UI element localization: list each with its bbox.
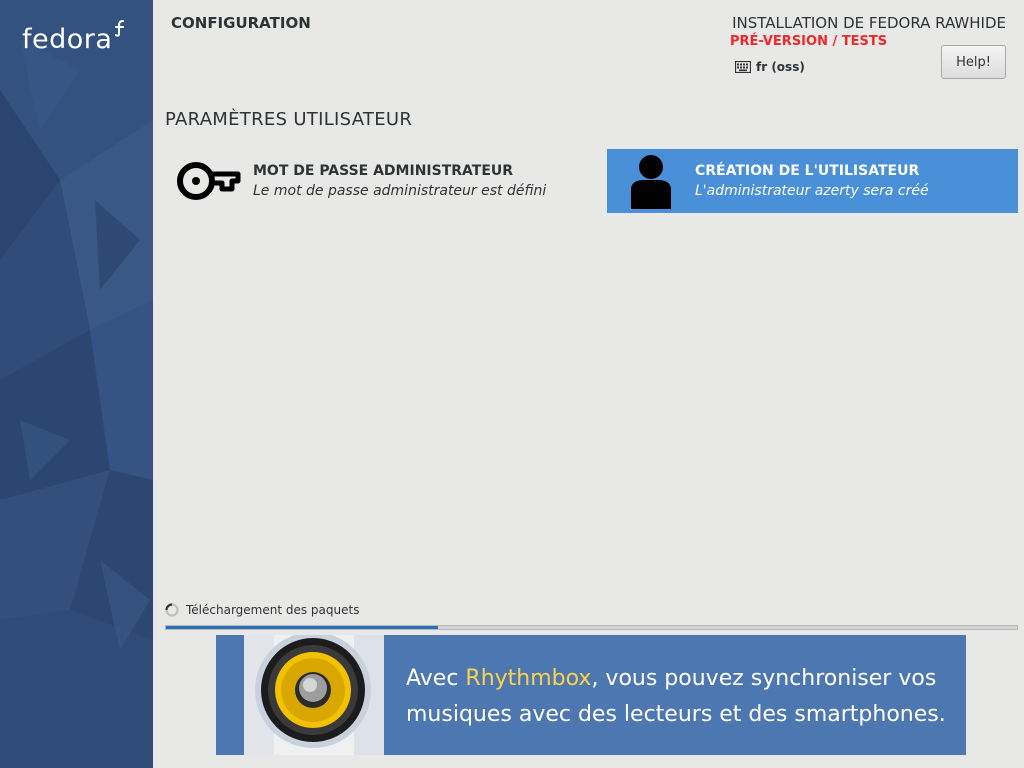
spoke-root-password-name: MOT DE PASSE ADMINISTRATEUR [253,163,514,179]
help-button[interactable]: Help! [941,45,1006,79]
speaker-icon [244,635,384,755]
key-icon [177,162,241,200]
spoke-root-password-status: Le mot de passe administrateur est défin… [253,183,547,199]
progress-label: Téléchargement des paquets [186,603,360,617]
keyboard-layout-indicator[interactable]: fr (oss) [735,60,805,74]
fedora-logo: fedora [22,24,113,55]
section-title: PARAMÈTRES UTILISATEUR [165,109,413,130]
banner-text-before: Avec [406,666,466,691]
keyboard-icon [735,61,751,73]
banner-highlight-app: Rhythmbox [465,666,592,691]
rhythmbox-banner: Avec Rhythmbox, vous pouvez synchroniser… [216,635,966,755]
spinner-icon [165,603,179,617]
spoke-user-creation[interactable]: CRÉATION DE L'UTILISATEUR L'administrate… [607,149,1018,213]
product-title: INSTALLATION DE FEDORA RAWHIDE [732,14,1006,32]
prerelease-warning: PRÉ-VERSION / TESTS [730,34,888,49]
banner-text: Avec Rhythmbox, vous pouvez synchroniser… [406,661,956,733]
spoke-user-creation-status: L'administrateur azerty sera créé [695,183,929,199]
sidebar-background [0,0,153,768]
progress-bar [165,625,1018,630]
progress-bar-fill [166,626,439,629]
user-icon [631,155,671,209]
sidebar: fedora [0,0,153,768]
fedora-infinity-icon [115,20,124,37]
spoke-title: CONFIGURATION [171,14,311,32]
main-area: CONFIGURATION INSTALLATION DE FEDORA RAW… [153,0,1024,768]
spoke-root-password[interactable]: MOT DE PASSE ADMINISTRATEUR Le mot de pa… [165,149,595,213]
progress-status: Téléchargement des paquets [165,603,359,617]
keyboard-layout-label: fr (oss) [756,60,805,74]
spoke-user-creation-name: CRÉATION DE L'UTILISATEUR [695,163,920,179]
